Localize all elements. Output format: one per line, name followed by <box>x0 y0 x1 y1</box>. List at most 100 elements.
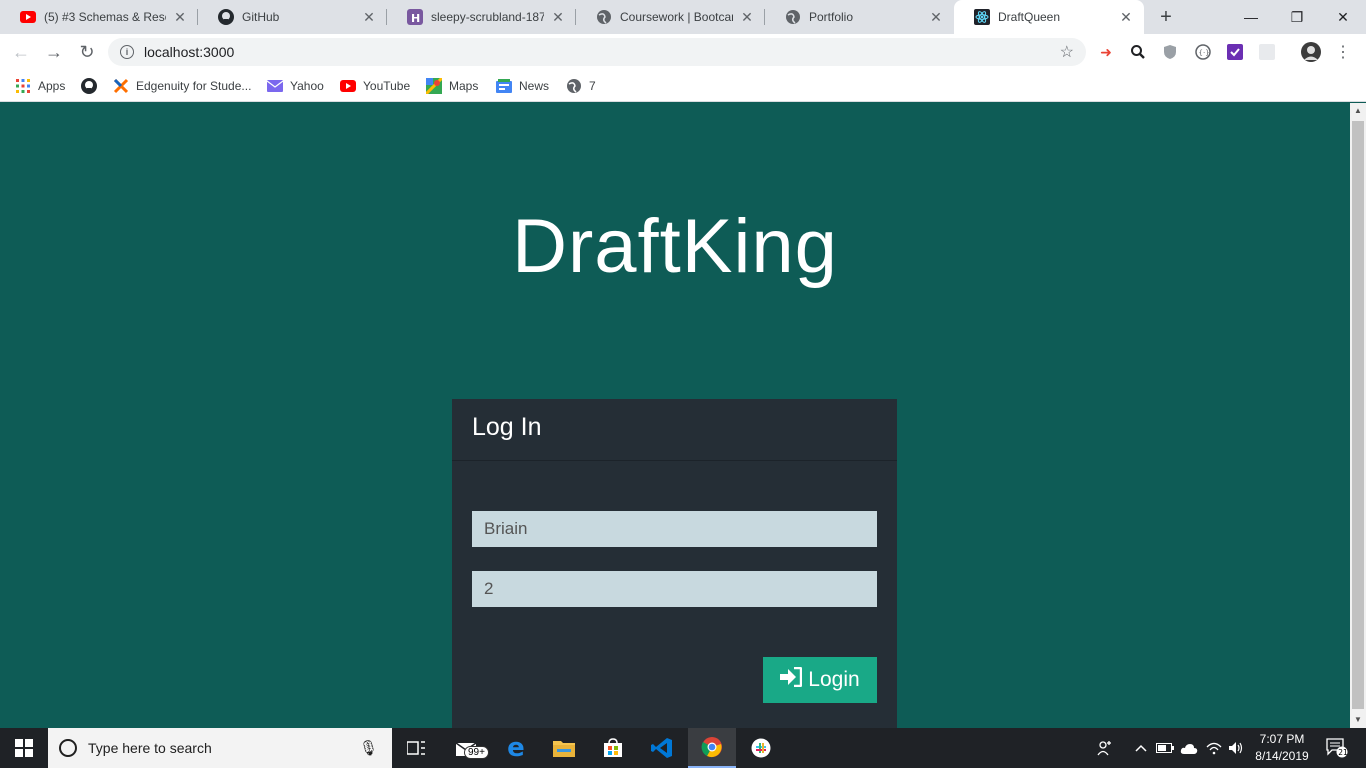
shield-icon[interactable] <box>1160 42 1180 62</box>
battery-icon[interactable] <box>1155 728 1175 768</box>
taskbar-search[interactable]: Type here to search 🎙 <box>48 728 392 768</box>
youtube-icon <box>20 9 36 25</box>
volume-icon[interactable] <box>1226 728 1246 768</box>
wifi-icon[interactable] <box>1204 728 1224 768</box>
bookmark-7[interactable]: 7 <box>566 76 596 96</box>
svg-text:{·}: {·} <box>1199 49 1210 57</box>
globe-icon <box>785 9 801 25</box>
close-icon[interactable]: ✕ <box>1118 9 1134 26</box>
extension-arrow-icon[interactable]: ➜ <box>1096 42 1116 62</box>
checkmark-extension-icon[interactable] <box>1225 42 1245 62</box>
clock-time: 7:07 PM <box>1259 732 1305 746</box>
tab-youtube[interactable]: (5) #3 Schemas & Resol ✕ <box>0 0 198 34</box>
code-extension-icon[interactable]: {·} <box>1193 42 1213 62</box>
notification-count: 21 <box>1338 748 1348 757</box>
password-input[interactable]: 2 <box>472 571 877 607</box>
edge-browser-icon[interactable]: e <box>492 728 540 768</box>
minimize-button[interactable]: — <box>1228 0 1274 34</box>
scroll-down-arrow-icon[interactable]: ▼ <box>1350 712 1366 728</box>
tab-title: sleepy-scrubland-1876 <box>431 10 544 24</box>
task-view-icon[interactable] <box>392 728 440 768</box>
youtube-icon <box>340 78 356 94</box>
avatar[interactable] <box>1301 42 1321 62</box>
login-card: Log In Briain 2 Login <box>452 399 897 728</box>
login-card-header: Log In <box>452 399 897 461</box>
info-icon[interactable]: i <box>120 45 134 59</box>
windows-start-icon[interactable] <box>0 728 48 768</box>
search-icon[interactable] <box>1128 42 1148 62</box>
tab-title: GitHub <box>242 10 280 24</box>
chrome-icon[interactable] <box>688 728 736 768</box>
cortana-icon <box>59 739 77 757</box>
address-url[interactable]: localhost:3000 <box>144 44 1060 60</box>
tab-title: Portfolio <box>809 10 854 24</box>
close-window-button[interactable]: ✕ <box>1320 0 1366 34</box>
chevron-up-icon[interactable] <box>1132 728 1150 768</box>
address-bar[interactable]: i localhost:3000 ☆ <box>108 38 1086 66</box>
tab-title: (5) #3 Schemas & Resol <box>44 10 166 24</box>
forward-button[interactable]: → <box>42 40 66 64</box>
close-icon[interactable]: ✕ <box>361 9 377 26</box>
clock-date: 8/14/2019 <box>1255 749 1309 763</box>
reload-button[interactable]: ↻ <box>75 40 99 64</box>
maps-icon <box>426 78 442 94</box>
news-icon <box>496 78 512 94</box>
microphone-icon[interactable]: 🎙 <box>359 739 378 757</box>
bookmark-label: News <box>519 79 550 93</box>
tab-title: Coursework | Bootcamp <box>620 10 733 24</box>
system-clock[interactable]: 7:07 PM 8/14/2019 <box>1250 731 1314 765</box>
store-icon[interactable] <box>589 728 637 768</box>
close-icon[interactable]: ✕ <box>172 9 188 26</box>
mail-unread-badge: 99+ <box>464 746 489 759</box>
back-button[interactable]: ← <box>9 40 33 64</box>
tab-draftqueen[interactable]: DraftQueen ✕ <box>954 0 1144 34</box>
heroku-icon: H <box>407 9 423 25</box>
vscode-icon[interactable] <box>638 728 686 768</box>
bookmark-news[interactable]: News <box>496 76 549 96</box>
tab-heroku[interactable]: H sleepy-scrubland-1876 ✕ <box>387 0 576 34</box>
bookmark-youtube[interactable]: YouTube <box>340 76 410 96</box>
close-icon[interactable]: ✕ <box>550 9 566 26</box>
scroll-up-arrow-icon[interactable]: ▲ <box>1350 103 1366 119</box>
globe-icon <box>596 9 612 25</box>
close-icon[interactable]: ✕ <box>928 9 944 26</box>
maximize-button[interactable]: ❐ <box>1274 0 1320 34</box>
username-input[interactable]: Briain <box>472 511 877 547</box>
bookmark-maps[interactable]: Maps <box>426 76 478 96</box>
browser-tab-strip: (5) #3 Schemas & Resol ✕ GitHub ✕ H slee… <box>0 0 1366 34</box>
bookmark-label: YouTube <box>363 79 411 93</box>
apps-grid-icon <box>15 78 31 94</box>
bookmark-label: Edgenuity for Stude... <box>136 79 252 93</box>
file-explorer-icon[interactable] <box>540 728 588 768</box>
github-icon <box>81 78 97 94</box>
taskbar-search-placeholder: Type here to search <box>88 740 212 756</box>
slack-icon[interactable] <box>737 728 785 768</box>
bookmark-github[interactable] <box>81 76 104 96</box>
bookmark-label: 7 <box>589 79 596 93</box>
scroll-thumb[interactable] <box>1352 121 1364 709</box>
login-button[interactable]: Login <box>763 657 877 703</box>
onedrive-cloud-icon[interactable] <box>1178 728 1200 768</box>
menu-icon[interactable]: ⋮ <box>1333 42 1353 62</box>
star-icon[interactable]: ☆ <box>1060 42 1074 62</box>
tab-github[interactable]: GitHub ✕ <box>198 0 387 34</box>
bookmarks-bar: Apps Edgenuity for Stude... Yahoo YouTub… <box>0 70 1366 102</box>
bookmark-apps[interactable]: Apps <box>15 76 65 96</box>
bookmark-label: Maps <box>449 79 479 93</box>
new-tab-button[interactable]: + <box>1155 6 1177 28</box>
windows-taskbar: Type here to search 🎙 e 7:07 PM 8/14/201… <box>0 728 1366 768</box>
github-icon <box>218 9 234 25</box>
tab-coursework[interactable]: Coursework | Bootcamp ✕ <box>576 0 765 34</box>
vertical-scrollbar[interactable]: ▲ ▼ <box>1350 103 1366 728</box>
page-content: DraftKing Log In Briain 2 Login <box>0 103 1350 728</box>
tab-portfolio[interactable]: Portfolio ✕ <box>765 0 954 34</box>
bookmark-yahoo[interactable]: Yahoo <box>267 76 324 96</box>
people-icon[interactable] <box>1094 728 1116 768</box>
bookmark-edgenuity[interactable]: Edgenuity for Stude... <box>113 76 251 96</box>
grid-extension-icon[interactable] <box>1257 42 1277 62</box>
globe-icon <box>566 78 582 94</box>
svg-text:H: H <box>411 12 420 25</box>
react-icon <box>974 9 990 25</box>
notification-center-icon[interactable]: 21 <box>1322 728 1352 768</box>
close-icon[interactable]: ✕ <box>739 9 755 26</box>
